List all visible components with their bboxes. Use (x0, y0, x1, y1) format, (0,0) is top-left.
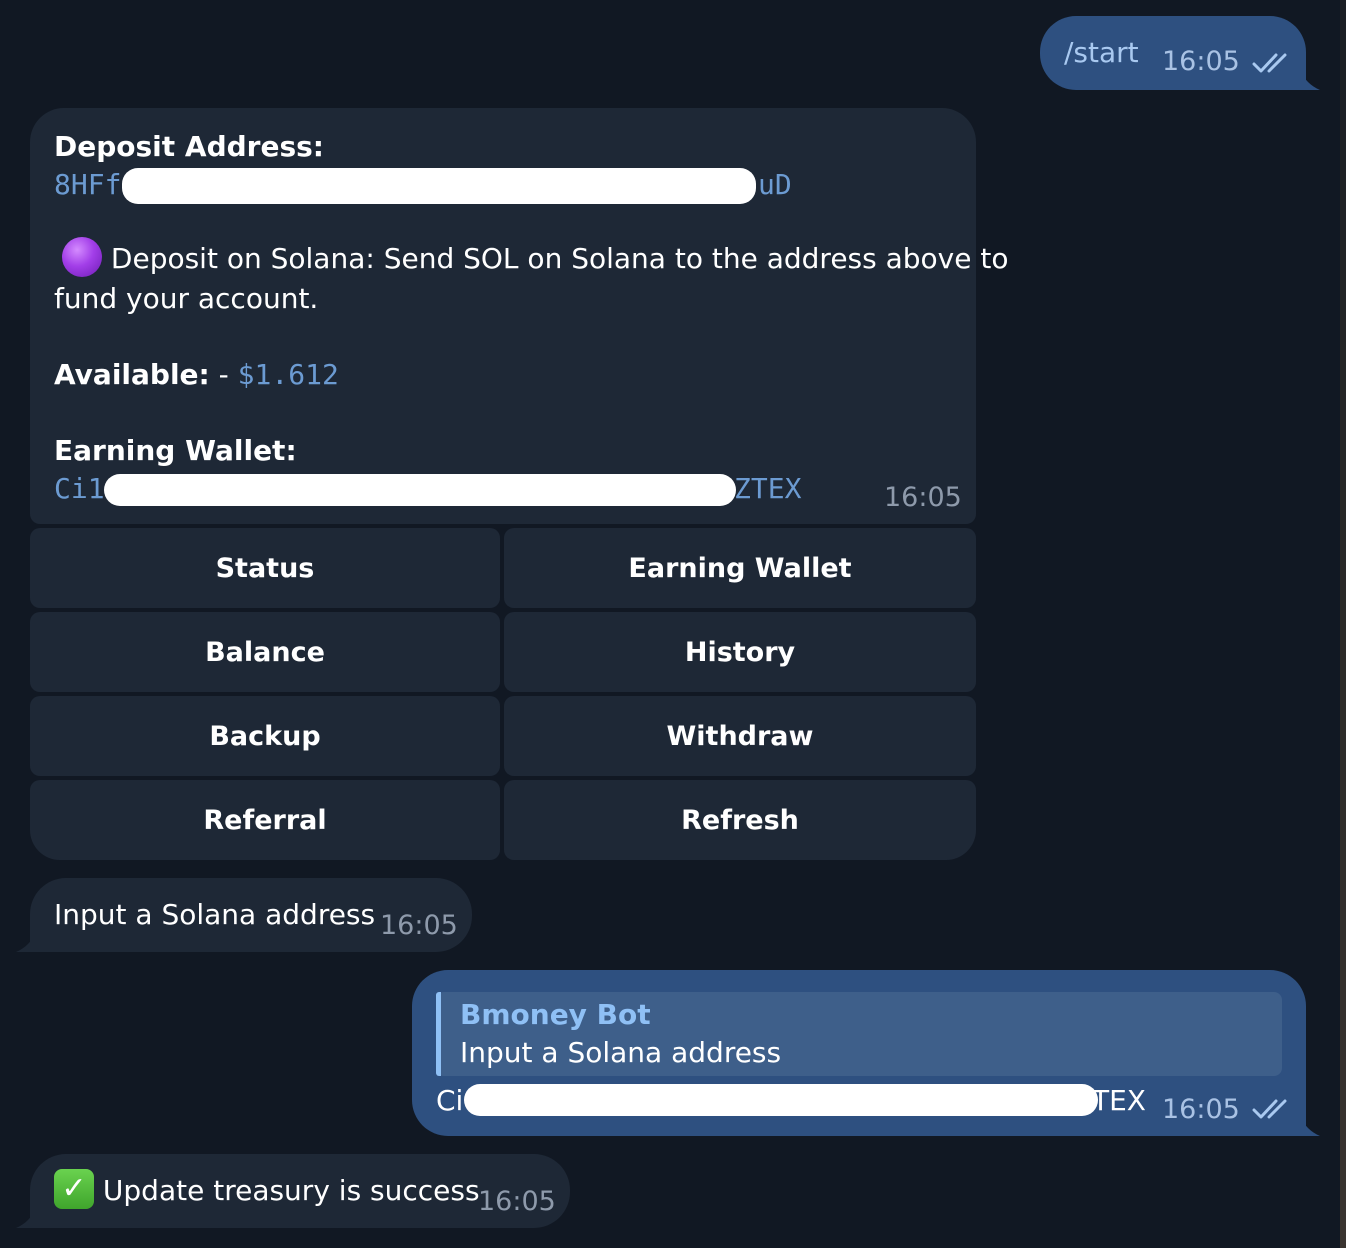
earning-wallet-label: Earning Wallet: (54, 434, 297, 467)
message-input-prompt[interactable]: Input a Solana address 16:05 (30, 878, 472, 952)
refresh-button[interactable]: Refresh (504, 780, 976, 860)
withdraw-button[interactable]: Withdraw (504, 696, 976, 776)
message-time: 16:05 (1162, 46, 1240, 77)
double-check-icon (1252, 53, 1287, 73)
status-button[interactable]: Status (30, 528, 500, 608)
quote-author: Bmoney Bot (460, 998, 651, 1031)
message-time: 16:05 (884, 482, 962, 513)
available-value: $1.612 (237, 358, 339, 391)
backup-button[interactable]: Backup (30, 696, 500, 776)
reply-text-start: Ci (436, 1084, 464, 1117)
referral-button[interactable]: Referral (30, 780, 500, 860)
message-reply[interactable]: Bmoney Bot Input a Solana address Ci TEX… (412, 970, 1306, 1136)
balance-button[interactable]: Balance (30, 612, 500, 692)
quote-bar (436, 992, 441, 1076)
available-line: Available: - $1.612 (54, 358, 339, 391)
deposit-address-start[interactable]: 8HFf (54, 168, 121, 201)
redaction-mask (464, 1084, 1098, 1116)
reply-text-end: TEX (1092, 1084, 1146, 1117)
chat-area[interactable]: /start 16:05 Deposit Address: 8HFf uD De… (0, 0, 1346, 1248)
earning-address-start[interactable]: Ci1 (54, 472, 105, 505)
message-text: /start (1064, 36, 1139, 69)
redaction-mask (104, 474, 736, 506)
reply-quote[interactable]: Bmoney Bot Input a Solana address (436, 992, 1282, 1076)
bubble-tail-in (16, 932, 36, 952)
redaction-mask (122, 168, 756, 204)
deposit-address-end[interactable]: uD (758, 168, 792, 201)
message-text: Update treasury is success (102, 1174, 480, 1207)
bubble-tail-in (16, 1208, 36, 1228)
available-label: Available: (54, 358, 210, 391)
bubble-tail-out (1300, 70, 1320, 90)
message-success[interactable]: ✓ Update treasury is success 16:05 (30, 1154, 570, 1228)
bubble-tail-out (1300, 1116, 1320, 1136)
quote-text: Input a Solana address (460, 1036, 782, 1069)
message-time: 16:05 (1162, 1094, 1240, 1125)
purple-circle-emoji (62, 237, 102, 277)
success-line: ✓ Update treasury is success (54, 1169, 480, 1212)
earning-address-end[interactable]: ZTEX (734, 472, 801, 505)
message-start[interactable]: /start 16:05 (1040, 16, 1306, 90)
message-text: Input a Solana address (54, 898, 376, 931)
deposit-info-line: Deposit on Solana: Send SOL on Solana to… (62, 237, 1009, 280)
deposit-info-cont: fund your account. (54, 282, 319, 315)
deposit-info-text: Deposit on Solana: Send SOL on Solana to… (110, 242, 1009, 275)
available-separator: - (209, 358, 238, 391)
double-check-icon (1252, 1099, 1287, 1119)
history-button[interactable]: History (504, 612, 976, 692)
message-time: 16:05 (380, 910, 458, 941)
message-time: 16:05 (478, 1186, 556, 1217)
check-mark-emoji: ✓ (54, 1169, 94, 1209)
window-edge (1340, 0, 1346, 1248)
earning-wallet-button[interactable]: Earning Wallet (504, 528, 976, 608)
deposit-address-label: Deposit Address: (54, 130, 324, 163)
message-deposit[interactable]: Deposit Address: 8HFf uD Deposit on Sola… (30, 108, 1009, 524)
